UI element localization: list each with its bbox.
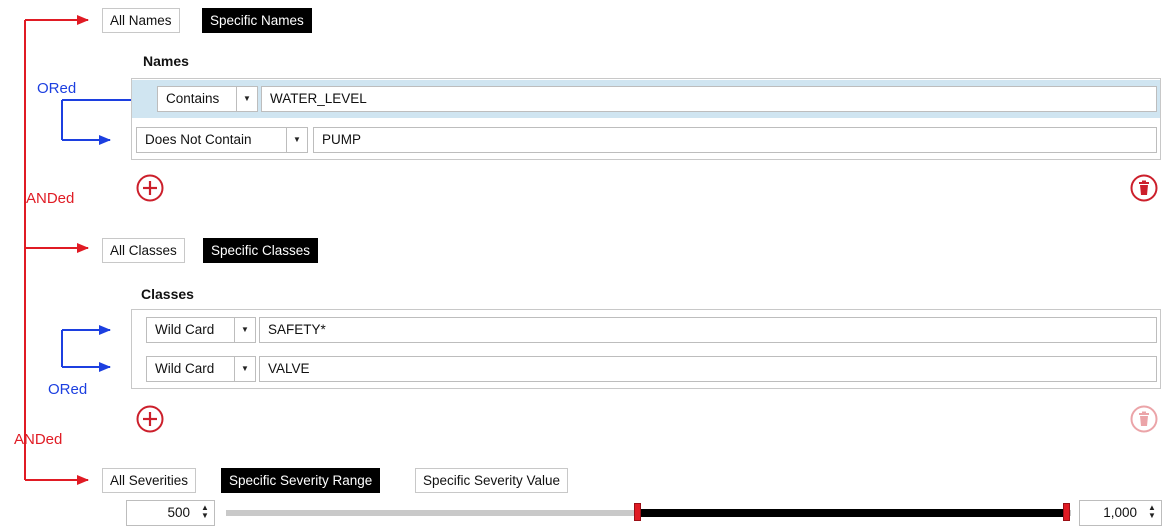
severity-max-value: 1,000 [1103,505,1137,520]
caret-down-icon[interactable]: ▼ [234,357,255,381]
specific-severity-value-toggle[interactable]: Specific Severity Value [415,468,569,493]
delete-name-button[interactable] [1130,174,1158,202]
class-value-input[interactable]: VALVE [259,356,1157,382]
anded-label-top: ANDed [26,190,75,207]
delete-class-button-disabled[interactable] [1130,405,1158,433]
all-classes-toggle[interactable]: All Classes [102,238,185,263]
all-names-toggle[interactable]: All Names [102,8,180,33]
classes-row[interactable]: Wild Card ▼ SAFETY* [132,310,1160,348]
up-down-arrows-icon[interactable]: ▲ ▼ [200,504,210,522]
specific-names-toggle[interactable]: Specific Names [202,8,312,33]
specific-severity-range-toggle[interactable]: Specific Severity Range [221,468,381,493]
names-panel: Contains ▼ WATER_LEVEL Does Not Contain … [131,78,1161,160]
ored-label-names: ORed [37,80,77,97]
caret-down-icon[interactable]: ▼ [286,128,307,152]
name-operator-select[interactable]: Does Not Contain ▼ [136,127,308,153]
add-class-button[interactable] [136,405,164,433]
severity-min-value: 500 [167,505,190,520]
names-row[interactable]: Does Not Contain ▼ PUMP [132,122,1160,160]
name-operator-select[interactable]: Contains ▼ [157,86,258,112]
names-label: Names [143,53,189,69]
add-name-button[interactable] [136,174,164,202]
anded-label-bottom: ANDed [14,431,63,448]
name-value-input[interactable]: WATER_LEVEL [261,86,1157,112]
name-value-input[interactable]: PUMP [313,127,1157,153]
all-severities-toggle[interactable]: All Severities [102,468,197,493]
severity-range-slider[interactable] [226,502,1071,524]
class-operator-value: Wild Card [155,361,215,376]
specific-classes-toggle[interactable]: Specific Classes [203,238,319,263]
up-down-arrows-icon[interactable]: ▲ ▼ [1147,504,1157,522]
classes-row[interactable]: Wild Card ▼ VALVE [132,350,1160,388]
severity-max-input[interactable]: 1,000 ▲ ▼ [1079,500,1162,526]
class-operator-select[interactable]: Wild Card ▼ [146,317,256,343]
name-operator-value: Contains [166,91,220,106]
ored-label-classes: ORed [48,381,88,398]
caret-down-icon[interactable]: ▼ [236,87,257,111]
severity-min-input[interactable]: 500 ▲ ▼ [126,500,215,526]
classes-label: Classes [141,286,194,302]
slider-max-thumb[interactable] [1063,503,1070,521]
slider-min-thumb[interactable] [634,503,641,521]
names-row[interactable]: Contains ▼ WATER_LEVEL [132,80,1160,118]
class-operator-select[interactable]: Wild Card ▼ [146,356,256,382]
class-operator-value: Wild Card [155,322,215,337]
slider-selected-range [641,509,1063,517]
caret-down-icon[interactable]: ▼ [234,318,255,342]
class-value-input[interactable]: SAFETY* [259,317,1157,343]
classes-panel: Wild Card ▼ SAFETY* Wild Card ▼ VALVE [131,309,1161,389]
name-operator-value: Does Not Contain [145,132,252,147]
